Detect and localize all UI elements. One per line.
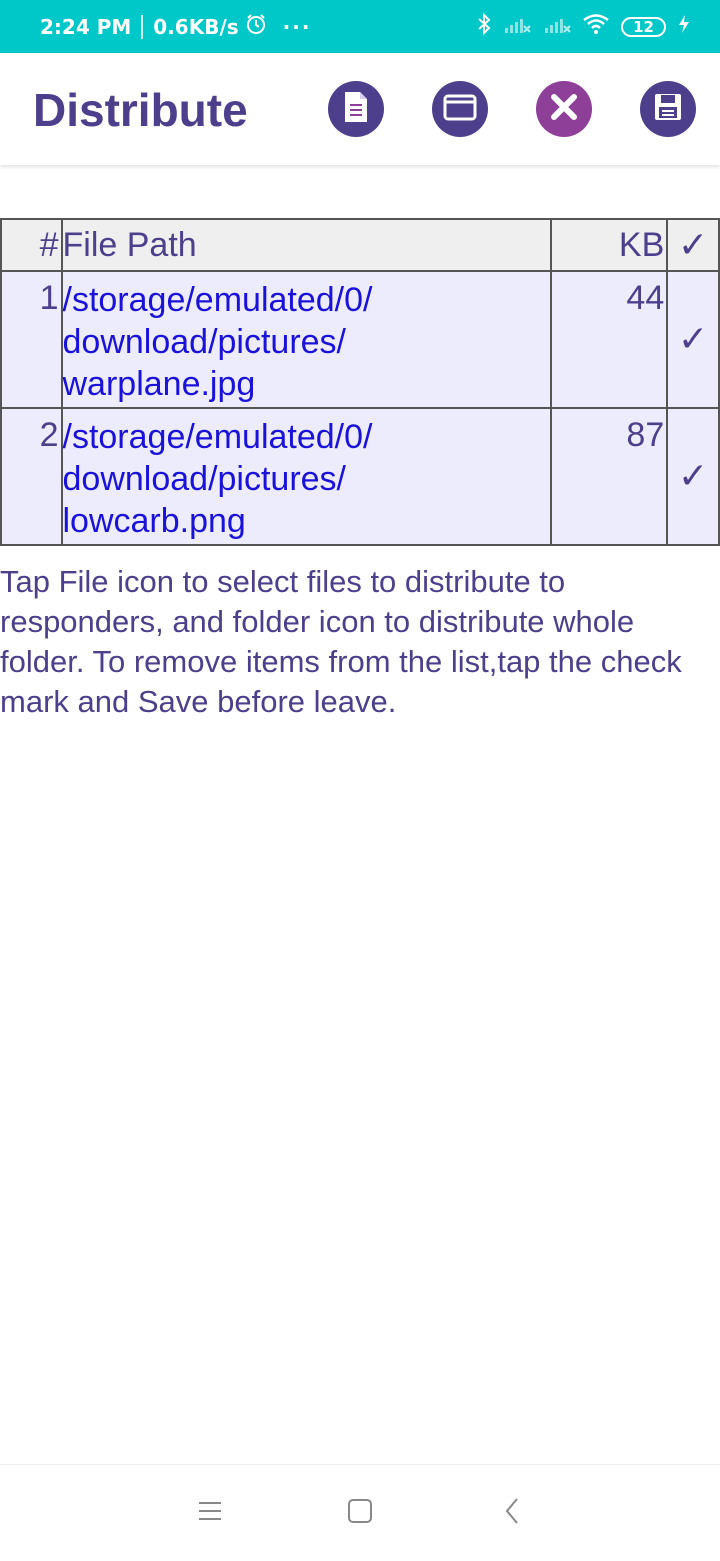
menu-button[interactable] [190, 1495, 230, 1531]
status-bar: 2:24 PM 0.6KB/s ··· 12 [0, 0, 720, 53]
file-icon [341, 90, 371, 129]
header-file-path: File Path [60, 218, 553, 272]
status-left: 2:24 PM 0.6KB/s ··· [40, 0, 311, 53]
check-mark-toggle[interactable]: ✓ [666, 407, 720, 546]
check-mark-toggle[interactable]: ✓ [666, 270, 720, 409]
app-bar: Distribute [0, 53, 720, 165]
help-text: Tap File icon to select files to distrib… [0, 564, 682, 719]
back-button[interactable] [492, 1495, 532, 1531]
table-row: 2 /storage/emulated/0/ download/pictures… [0, 407, 720, 546]
folder-icon [443, 93, 477, 126]
path-line: /storage/emulated/0/ [62, 418, 373, 456]
signal-icon [503, 14, 531, 39]
delete-icon [547, 90, 581, 129]
wifi-icon [583, 14, 609, 39]
path-line: download/pictures/ [62, 460, 347, 498]
home-button[interactable] [340, 1495, 380, 1531]
page-title: Distribute [33, 84, 248, 136]
file-path-link[interactable]: /storage/emulated/0/ download/pictures/ … [60, 270, 553, 409]
system-nav-bar [0, 1464, 720, 1561]
file-table: # File Path KB ✓ 1 /storage/emulated/0/ … [0, 218, 720, 546]
battery-icon: 12 [621, 16, 666, 37]
select-folder-button[interactable] [432, 81, 488, 137]
file-size: 87 [550, 407, 669, 546]
status-speed: 0.6KB/s [153, 14, 239, 39]
charging-icon [678, 14, 690, 39]
alarm-icon [245, 13, 267, 40]
save-icon [653, 92, 683, 127]
menu-icon [197, 1500, 223, 1527]
bluetooth-icon [477, 12, 491, 40]
path-line: lowcarb.png [62, 502, 246, 540]
status-time: 2:24 PM [40, 14, 132, 39]
header-kb: KB [550, 218, 669, 272]
file-size: 44 [550, 270, 669, 409]
path-line: download/pictures/ [62, 323, 347, 361]
signal-icon [543, 14, 571, 39]
header-num: # [0, 218, 63, 272]
save-button[interactable] [640, 81, 696, 137]
path-line: warplane.jpg [62, 365, 256, 403]
table-row: 1 /storage/emulated/0/ download/pictures… [0, 270, 720, 409]
path-line: /storage/emulated/0/ [62, 281, 373, 319]
status-separator [141, 14, 144, 39]
select-file-button[interactable] [328, 81, 384, 137]
more-dots-icon: ··· [282, 14, 312, 39]
home-square-icon [347, 1498, 373, 1529]
delete-button[interactable] [536, 81, 592, 137]
file-path-link[interactable]: /storage/emulated/0/ download/pictures/ … [60, 407, 553, 546]
back-chevron-icon [503, 1497, 521, 1530]
table-header-row: # File Path KB ✓ [0, 218, 720, 272]
status-right: 12 [477, 0, 690, 53]
header-check: ✓ [666, 218, 720, 272]
row-number: 1 [0, 270, 63, 409]
row-number: 2 [0, 407, 63, 546]
